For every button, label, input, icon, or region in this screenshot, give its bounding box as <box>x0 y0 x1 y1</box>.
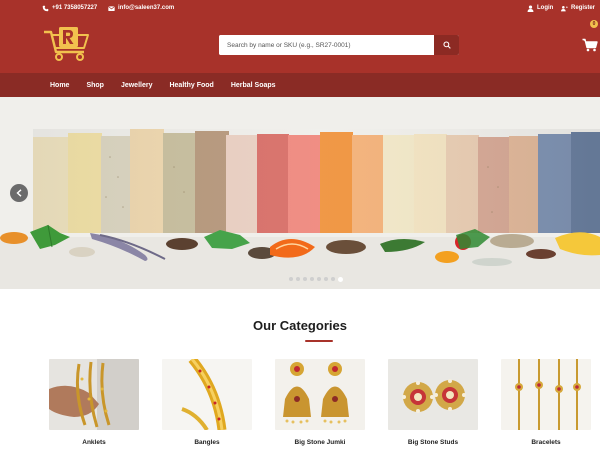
slider-prev-button[interactable] <box>10 184 28 202</box>
category-card-bangles[interactable]: Bangles <box>162 359 252 446</box>
category-image-anklets <box>49 359 139 430</box>
user-plus-icon <box>561 5 568 11</box>
search-button[interactable] <box>434 35 459 55</box>
main-navigation: Home Shop Jewellery Healthy Food Herbal … <box>0 73 600 97</box>
slider-pagination <box>289 276 343 282</box>
nav-item-herbal-soaps[interactable]: Herbal Soaps <box>231 82 276 89</box>
envelope-icon <box>108 5 115 11</box>
slider-dot[interactable] <box>303 277 307 281</box>
category-image-bangles <box>162 359 252 430</box>
slider-dot[interactable] <box>310 277 314 281</box>
category-label: Anklets <box>82 439 106 446</box>
category-image-bracelets <box>501 359 591 430</box>
soap-bars <box>33 129 600 233</box>
category-label: Big Stone Jumki <box>294 439 346 446</box>
category-card-anklets[interactable]: Anklets <box>49 359 139 446</box>
nav-item-jewellery[interactable]: Jewellery <box>121 82 153 89</box>
slider-dot[interactable] <box>324 277 328 281</box>
register-link[interactable]: Register <box>561 0 595 16</box>
category-image-big-stone-studs <box>388 359 478 430</box>
search-icon <box>442 41 451 49</box>
herbal-soaps-banner-image <box>0 97 600 289</box>
category-card-big-stone-jumki[interactable]: Big Stone Jumki <box>275 359 365 446</box>
user-icon <box>527 4 534 12</box>
category-image-big-stone-jumki <box>275 359 365 430</box>
slider-dot-active[interactable] <box>338 276 343 282</box>
category-label: Bangles <box>194 439 220 446</box>
top-info-bar: +91 7358057227 info@saleen37.com Login R… <box>0 0 600 16</box>
phone-contact[interactable]: +91 7358057227 <box>42 0 97 16</box>
phone-icon <box>42 5 49 11</box>
login-link[interactable]: Login <box>527 0 553 16</box>
search-input[interactable] <box>219 35 434 55</box>
site-logo[interactable] <box>42 26 92 62</box>
categories-heading: Our Categories <box>253 318 347 333</box>
heading-underline <box>305 340 333 342</box>
cart-count-badge: 0 <box>590 20 598 28</box>
category-card-bracelets[interactable]: Bracelets <box>501 359 591 446</box>
category-card-big-stone-studs[interactable]: Big Stone Studs <box>388 359 478 446</box>
nav-item-home[interactable]: Home <box>50 82 69 89</box>
slider-dot[interactable] <box>317 277 321 281</box>
register-label: Register <box>571 5 596 11</box>
phone-number: +91 7358057227 <box>52 5 98 11</box>
nav-item-shop[interactable]: Shop <box>86 82 104 89</box>
search-bar <box>219 35 459 55</box>
hero-slider <box>0 97 600 289</box>
slider-dot[interactable] <box>289 277 293 281</box>
category-label: Bracelets <box>531 439 561 446</box>
email-address: info@saleen37.com <box>118 5 175 11</box>
shopping-cart-icon[interactable] <box>582 38 598 52</box>
chevron-left-icon <box>16 189 22 197</box>
site-header <box>0 16 600 73</box>
category-label: Big Stone Studs <box>407 439 459 446</box>
slider-dot[interactable] <box>331 277 335 281</box>
slider-dot[interactable] <box>296 277 300 281</box>
login-label: Login <box>537 5 554 11</box>
email-contact[interactable]: info@saleen37.com <box>108 0 174 16</box>
nav-item-healthy-food[interactable]: Healthy Food <box>169 82 213 89</box>
